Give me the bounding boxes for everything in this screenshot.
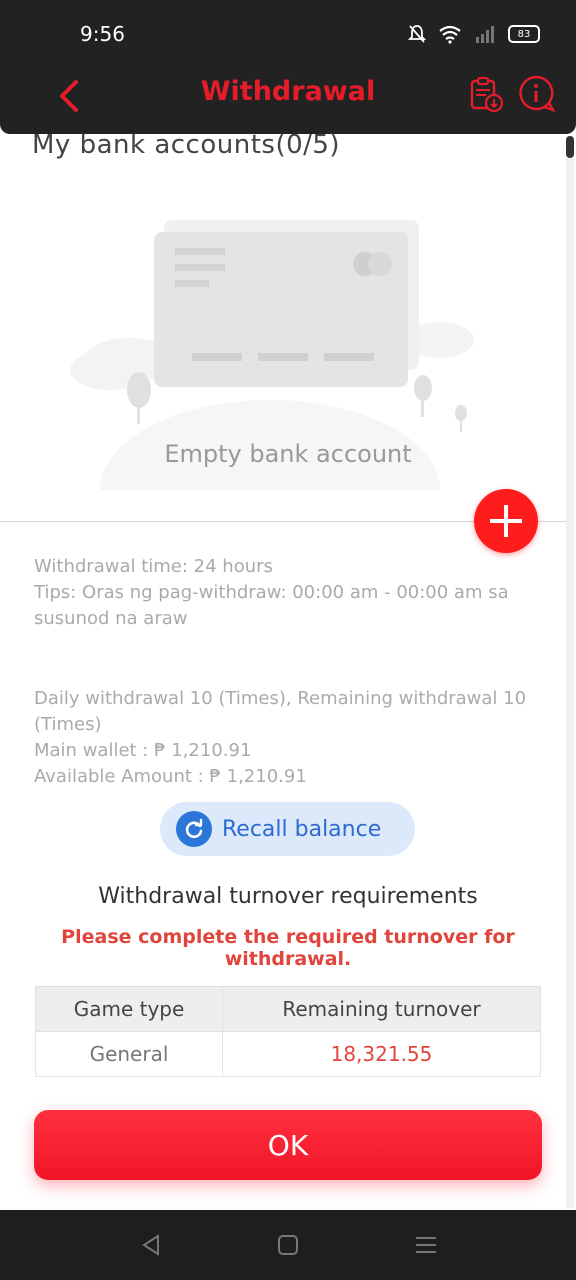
game-type-cell: General — [35, 1031, 223, 1077]
battery-icon: 83 — [508, 25, 540, 43]
table-row: General 18,321.55 — [35, 1031, 541, 1077]
turnover-warning: Please complete the required turnover fo… — [61, 926, 515, 970]
scrollbar-thumb[interactable] — [566, 136, 574, 158]
nav-home-icon[interactable] — [273, 1230, 303, 1260]
refresh-icon — [176, 811, 212, 847]
column-header-game-type: Game type — [35, 986, 223, 1032]
withdrawal-history-icon[interactable] — [466, 74, 506, 114]
main-wallet-text: Main wallet : ₱ 1,210.91 — [34, 740, 252, 761]
add-bank-account-button[interactable] — [474, 489, 538, 553]
nav-back-icon[interactable] — [136, 1230, 166, 1260]
signal-icon — [476, 26, 494, 43]
wifi-icon — [439, 25, 461, 44]
empty-bank-account-text: Empty bank account — [164, 440, 412, 468]
status-icons: 83 — [408, 24, 540, 44]
status-time: 9:56 — [80, 22, 125, 46]
ok-button[interactable]: OK — [34, 1110, 542, 1180]
turnover-requirements-title: Withdrawal turnover requirements — [98, 884, 478, 909]
nav-menu-icon[interactable] — [411, 1230, 441, 1260]
scrollbar[interactable] — [566, 136, 574, 1208]
status-bar: 9:56 83 — [0, 0, 576, 64]
app-header: Withdrawal — [0, 60, 576, 134]
withdrawal-time-text: Withdrawal time: 24 hours — [34, 556, 273, 577]
daily-withdrawal-text: Daily withdrawal 10 (Times), Remaining w… — [34, 688, 527, 735]
turnover-table: Game type Remaining turnover General 18,… — [35, 986, 541, 1077]
table-header-row: Game type Remaining turnover — [35, 986, 541, 1032]
info-icon[interactable] — [516, 74, 556, 114]
bank-accounts-title: My bank accounts(0/5) — [32, 130, 341, 160]
bell-off-icon — [408, 25, 426, 43]
system-nav-bar — [0, 1210, 576, 1280]
available-amount-text: Available Amount : ₱ 1,210.91 — [34, 766, 307, 787]
recall-balance-button[interactable]: Recall balance — [160, 802, 415, 856]
column-header-remaining-turnover: Remaining turnover — [222, 986, 541, 1032]
recall-balance-label: Recall balance — [222, 816, 382, 842]
tips-text: Tips: Oras ng pag-withdraw: 00:00 am - 0… — [34, 582, 509, 629]
remaining-turnover-cell: 18,321.55 — [222, 1031, 541, 1077]
